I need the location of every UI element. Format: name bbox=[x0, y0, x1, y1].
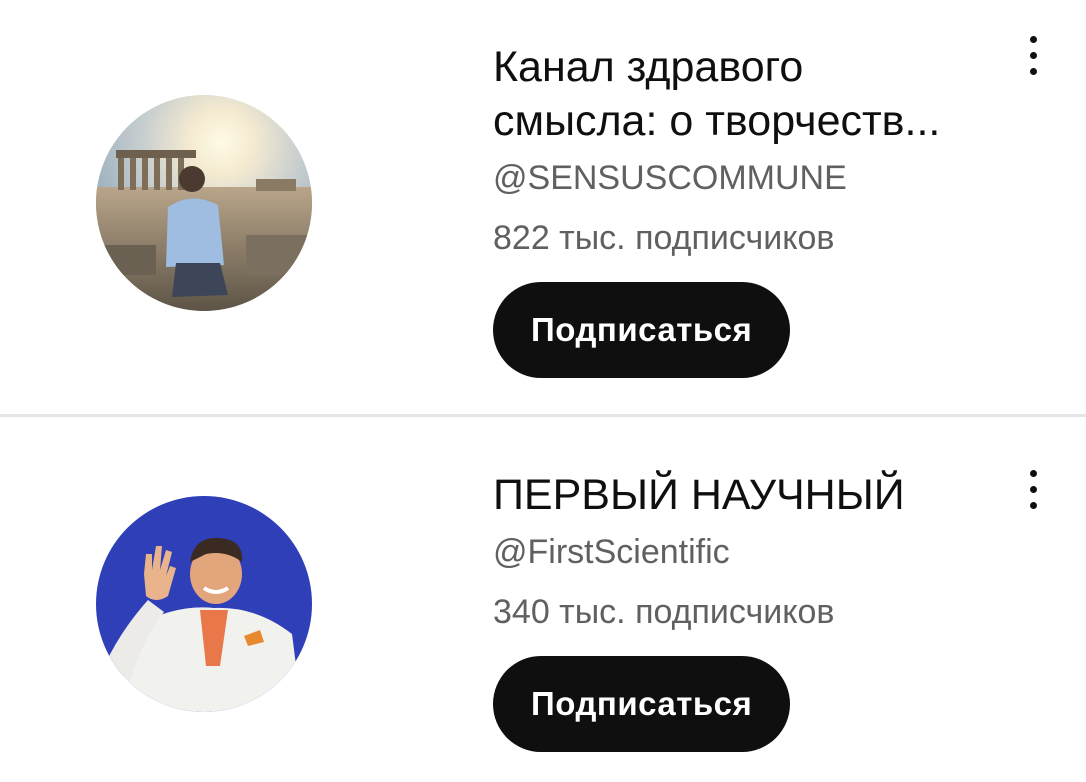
avatar-photo-man-waving bbox=[96, 496, 312, 712]
channel-handle: @FirstScientific bbox=[493, 533, 730, 571]
more-options-button[interactable] bbox=[1014, 28, 1054, 84]
channel-title-line: Канал здравого bbox=[493, 43, 804, 91]
subscriber-count: 822 тыс. подписчиков bbox=[493, 219, 835, 257]
subscriber-count: 340 тыс. подписчиков bbox=[493, 593, 835, 631]
channel-title[interactable]: Канал здравого смысла: о творчеств... bbox=[493, 40, 1003, 148]
channel-card-firstscientific[interactable]: ПЕРВЫЙ НАУЧНЫЙ @FirstScientific 340 тыс.… bbox=[0, 418, 1086, 782]
channel-avatar[interactable] bbox=[96, 496, 312, 712]
avatar-photo-acropolis bbox=[96, 95, 312, 311]
channel-info: Канал здравого смысла: о творчеств... @S… bbox=[493, 40, 1013, 378]
channel-card-sensuscommune[interactable]: Канал здравого смысла: о творчеств... @S… bbox=[0, 0, 1086, 414]
channel-info: ПЕРВЫЙ НАУЧНЫЙ @FirstScientific 340 тыс.… bbox=[493, 468, 1013, 752]
channel-handle: @SENSUSCOMMUNE bbox=[493, 159, 847, 197]
subscribe-button[interactable]: Подписаться bbox=[493, 656, 791, 752]
subscribe-button[interactable]: Подписаться bbox=[493, 282, 791, 378]
channel-title[interactable]: ПЕРВЫЙ НАУЧНЫЙ bbox=[493, 468, 1013, 522]
channel-title-line: смысла: о творчеств... bbox=[493, 97, 941, 145]
more-options-button[interactable] bbox=[1014, 462, 1054, 518]
channel-avatar[interactable] bbox=[96, 95, 312, 311]
divider bbox=[0, 414, 1086, 417]
